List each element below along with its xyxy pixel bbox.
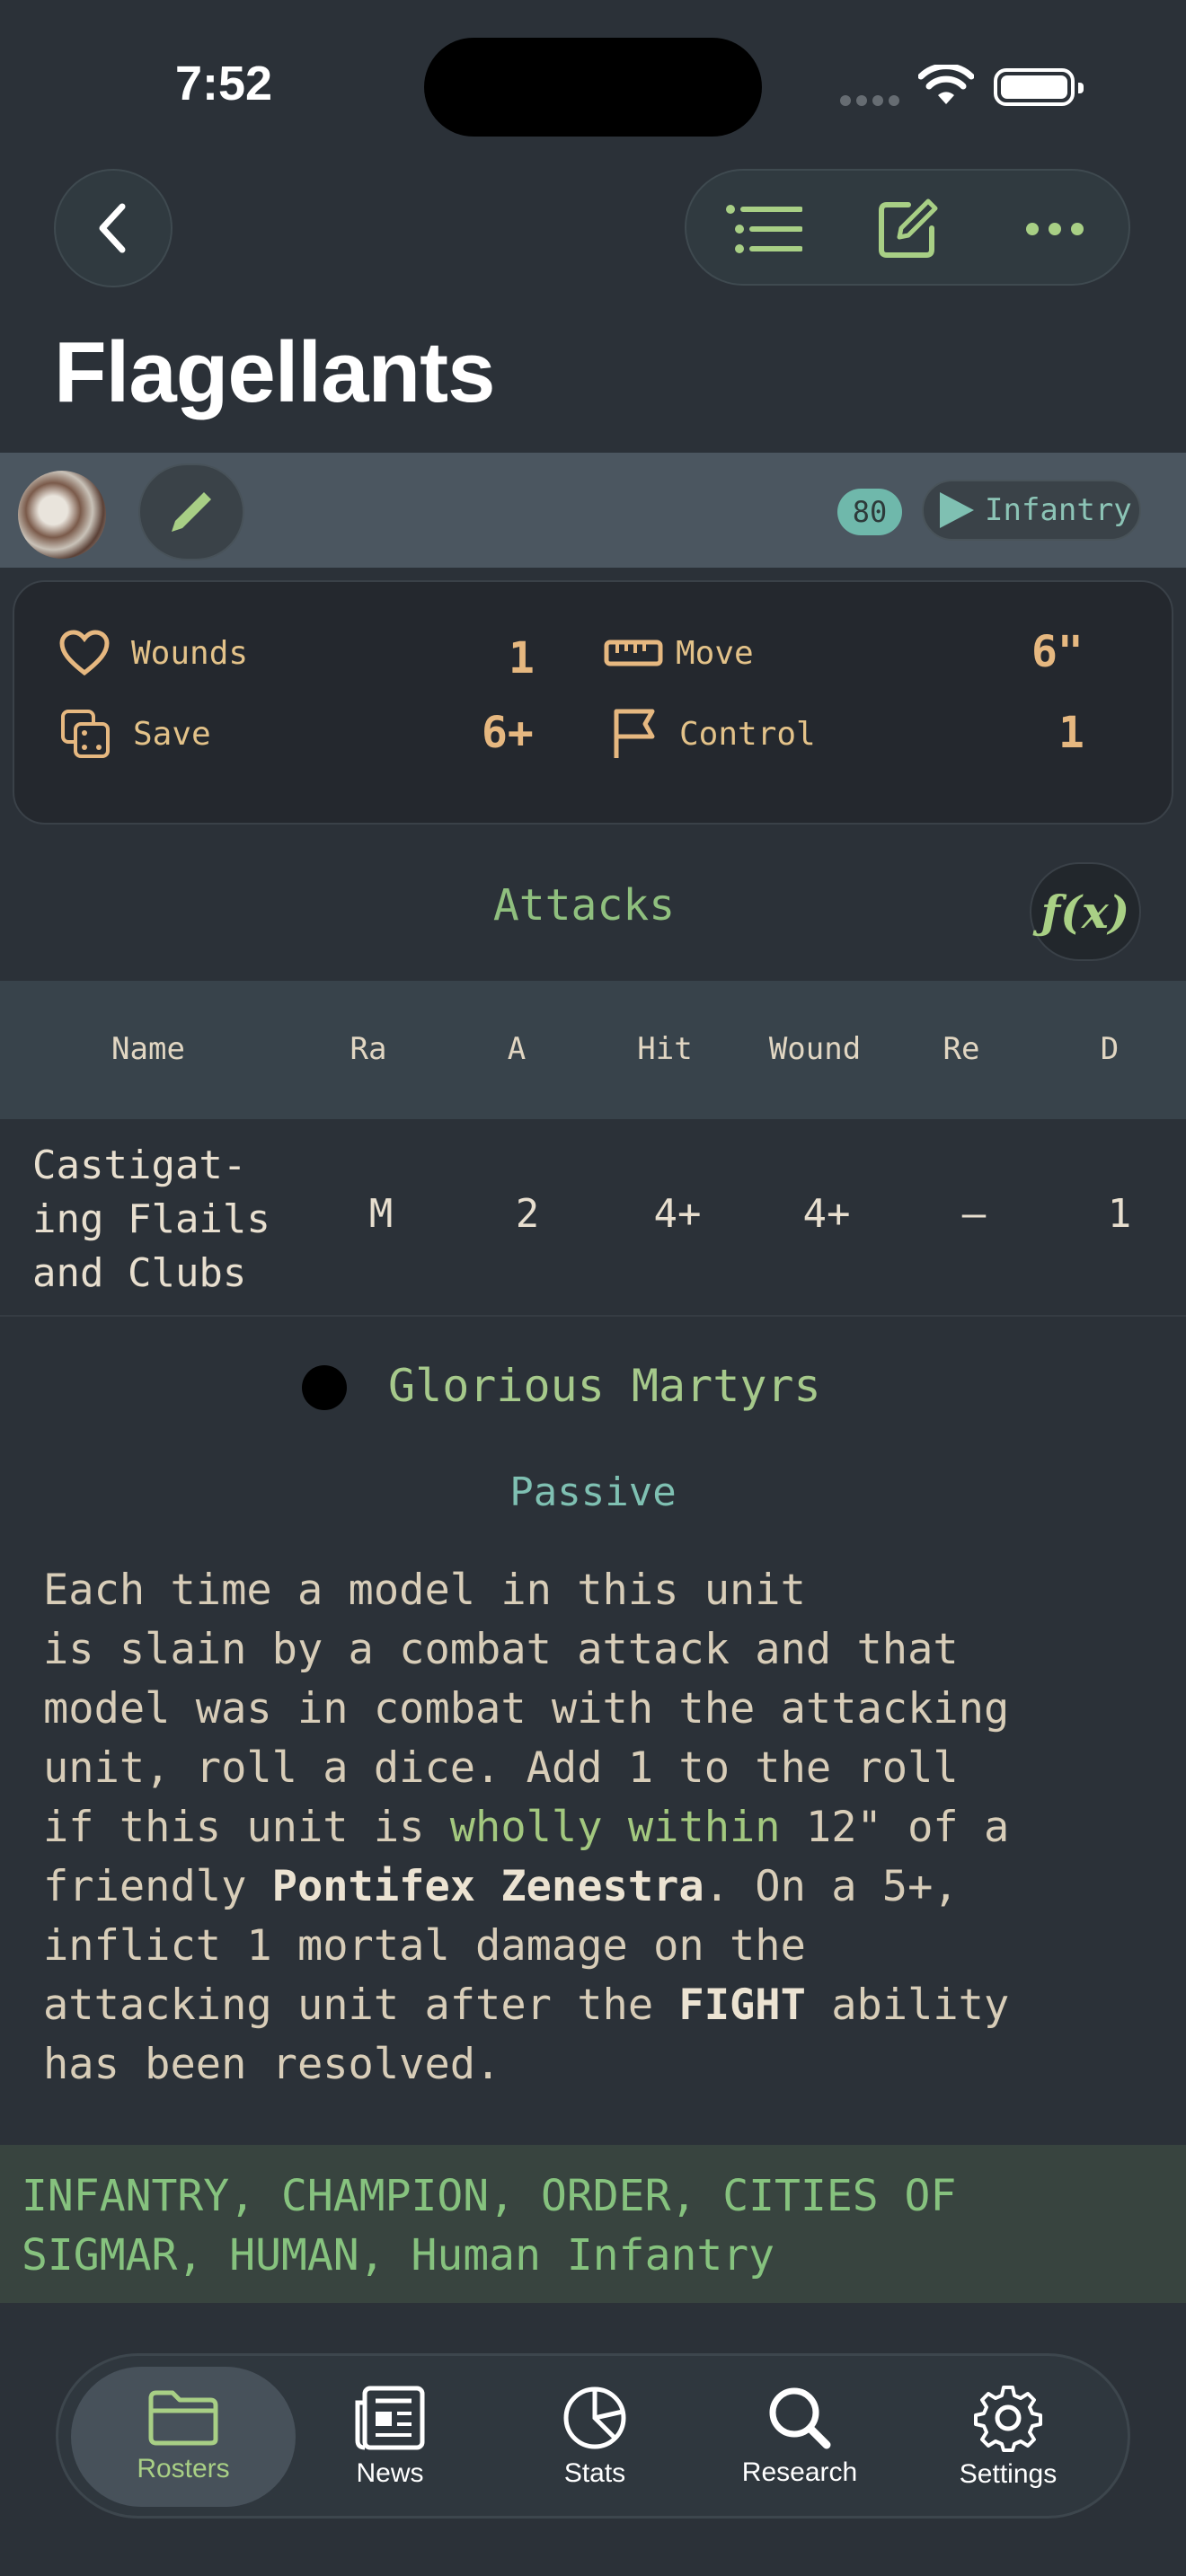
wifi-icon xyxy=(918,65,974,104)
ability-bold-text: FIGHT xyxy=(678,1981,806,2030)
compose-button[interactable] xyxy=(854,171,961,287)
stat-label: Control xyxy=(679,715,816,753)
column-header: Ra xyxy=(350,1031,387,1067)
column-header: A xyxy=(507,1031,527,1067)
stat-label: Wounds xyxy=(131,634,249,672)
formula-button[interactable]: ƒ(x) xyxy=(1030,862,1141,961)
attacks-table-header: Name Ra A Hit Wound Re D xyxy=(0,981,1186,1119)
tab-label: Research xyxy=(741,2457,858,2487)
stat-wounds: Wounds xyxy=(59,622,248,684)
pie-chart-icon xyxy=(563,2386,626,2449)
tab-news[interactable]: News xyxy=(278,2367,502,2507)
newspaper-icon xyxy=(355,2386,425,2450)
ability-keyword: wholly within xyxy=(449,1803,781,1852)
gear-icon xyxy=(974,2386,1042,2452)
list-icon xyxy=(726,205,802,253)
ability-dot-icon xyxy=(302,1365,347,1410)
ability-name: Glorious Martyrs xyxy=(388,1360,821,1412)
back-button[interactable] xyxy=(54,169,173,287)
tab-label: News xyxy=(356,2458,424,2488)
stat-value-move: 6" xyxy=(1031,627,1084,677)
tab-label: Stats xyxy=(563,2458,626,2488)
status-bar: 7:52 xyxy=(0,0,1186,171)
stat-label: Move xyxy=(676,634,754,672)
unit-avatar[interactable] xyxy=(18,471,106,559)
status-time: 7:52 xyxy=(175,57,273,110)
tab-label: Rosters xyxy=(137,2454,230,2483)
page-title: Flagellants xyxy=(54,324,495,420)
pencil-icon xyxy=(172,492,211,532)
column-header: D xyxy=(1100,1031,1120,1067)
weapon-wound: 4+ xyxy=(802,1191,851,1237)
signal-icon xyxy=(840,95,899,106)
stat-value-wounds: 1 xyxy=(509,633,535,684)
column-header: Hit xyxy=(637,1031,693,1067)
stat-control: Control xyxy=(611,702,816,765)
more-button[interactable] xyxy=(1001,171,1109,287)
tab-research[interactable]: Research xyxy=(687,2367,912,2507)
flag-icon xyxy=(614,709,655,758)
ruler-icon xyxy=(604,640,663,666)
tab-bar: Rosters News Stats Research Settings xyxy=(56,2353,1130,2519)
list-button[interactable] xyxy=(710,171,818,287)
weapon-range: M xyxy=(368,1191,394,1237)
unit-type-pill[interactable]: Infantry xyxy=(922,480,1141,541)
tab-stats[interactable]: Stats xyxy=(482,2367,707,2507)
column-header: Name xyxy=(111,1031,185,1067)
battery-icon xyxy=(994,68,1084,106)
compose-icon xyxy=(879,198,938,258)
dice-icon xyxy=(61,710,110,758)
stat-move: Move xyxy=(604,622,754,684)
chevron-left-icon xyxy=(99,203,126,253)
nav-actions xyxy=(685,169,1130,286)
unit-keywords: INFANTRY, CHAMPION, ORDER, CITIES OF SIG… xyxy=(0,2145,1186,2303)
play-icon xyxy=(940,492,974,528)
folder-icon xyxy=(148,2390,218,2446)
heart-icon xyxy=(59,630,110,676)
search-icon xyxy=(769,2387,831,2449)
ellipsis-icon xyxy=(1026,223,1084,235)
weapon-damage: 1 xyxy=(1107,1191,1132,1237)
ability-bold-text: Pontifex Zenestra xyxy=(271,1862,704,1911)
edit-button[interactable] xyxy=(138,463,244,560)
weapon-name: Castigat- ing Flails and Clubs xyxy=(32,1142,270,1296)
stat-save: Save xyxy=(59,702,211,765)
unit-header: 80 Infantry xyxy=(0,453,1186,568)
ability-text: Each time a model in this unit is slain … xyxy=(43,1561,1157,2095)
tab-settings[interactable]: Settings xyxy=(896,2367,1120,2507)
table-row: Castigat- ing Flails and Clubs M 2 4+ 4+… xyxy=(0,1119,1186,1317)
column-header: Re xyxy=(943,1031,980,1067)
stat-label: Save xyxy=(133,715,211,753)
ability-header: Glorious Martyrs xyxy=(0,1347,1186,1428)
weapon-attacks: 2 xyxy=(515,1191,540,1237)
attacks-title: Attacks xyxy=(492,880,676,931)
tab-rosters[interactable]: Rosters xyxy=(71,2367,296,2507)
points-badge: 80 xyxy=(837,489,902,535)
stats-card: Wounds 1 Move 6" Save 6+ Control 1 xyxy=(13,580,1173,825)
dynamic-island xyxy=(424,38,762,137)
attacks-header: Attacks ƒ(x) xyxy=(0,835,1186,979)
unit-type-label: Infantry xyxy=(985,492,1132,528)
weapon-rend: – xyxy=(961,1191,987,1237)
ability-timing: Passive xyxy=(509,1469,677,1515)
column-header: Wound xyxy=(768,1031,862,1067)
tab-label: Settings xyxy=(959,2459,1058,2489)
stat-value-control: 1 xyxy=(1058,708,1084,758)
weapon-hit: 4+ xyxy=(653,1191,702,1237)
stat-value-save: 6+ xyxy=(482,708,534,758)
